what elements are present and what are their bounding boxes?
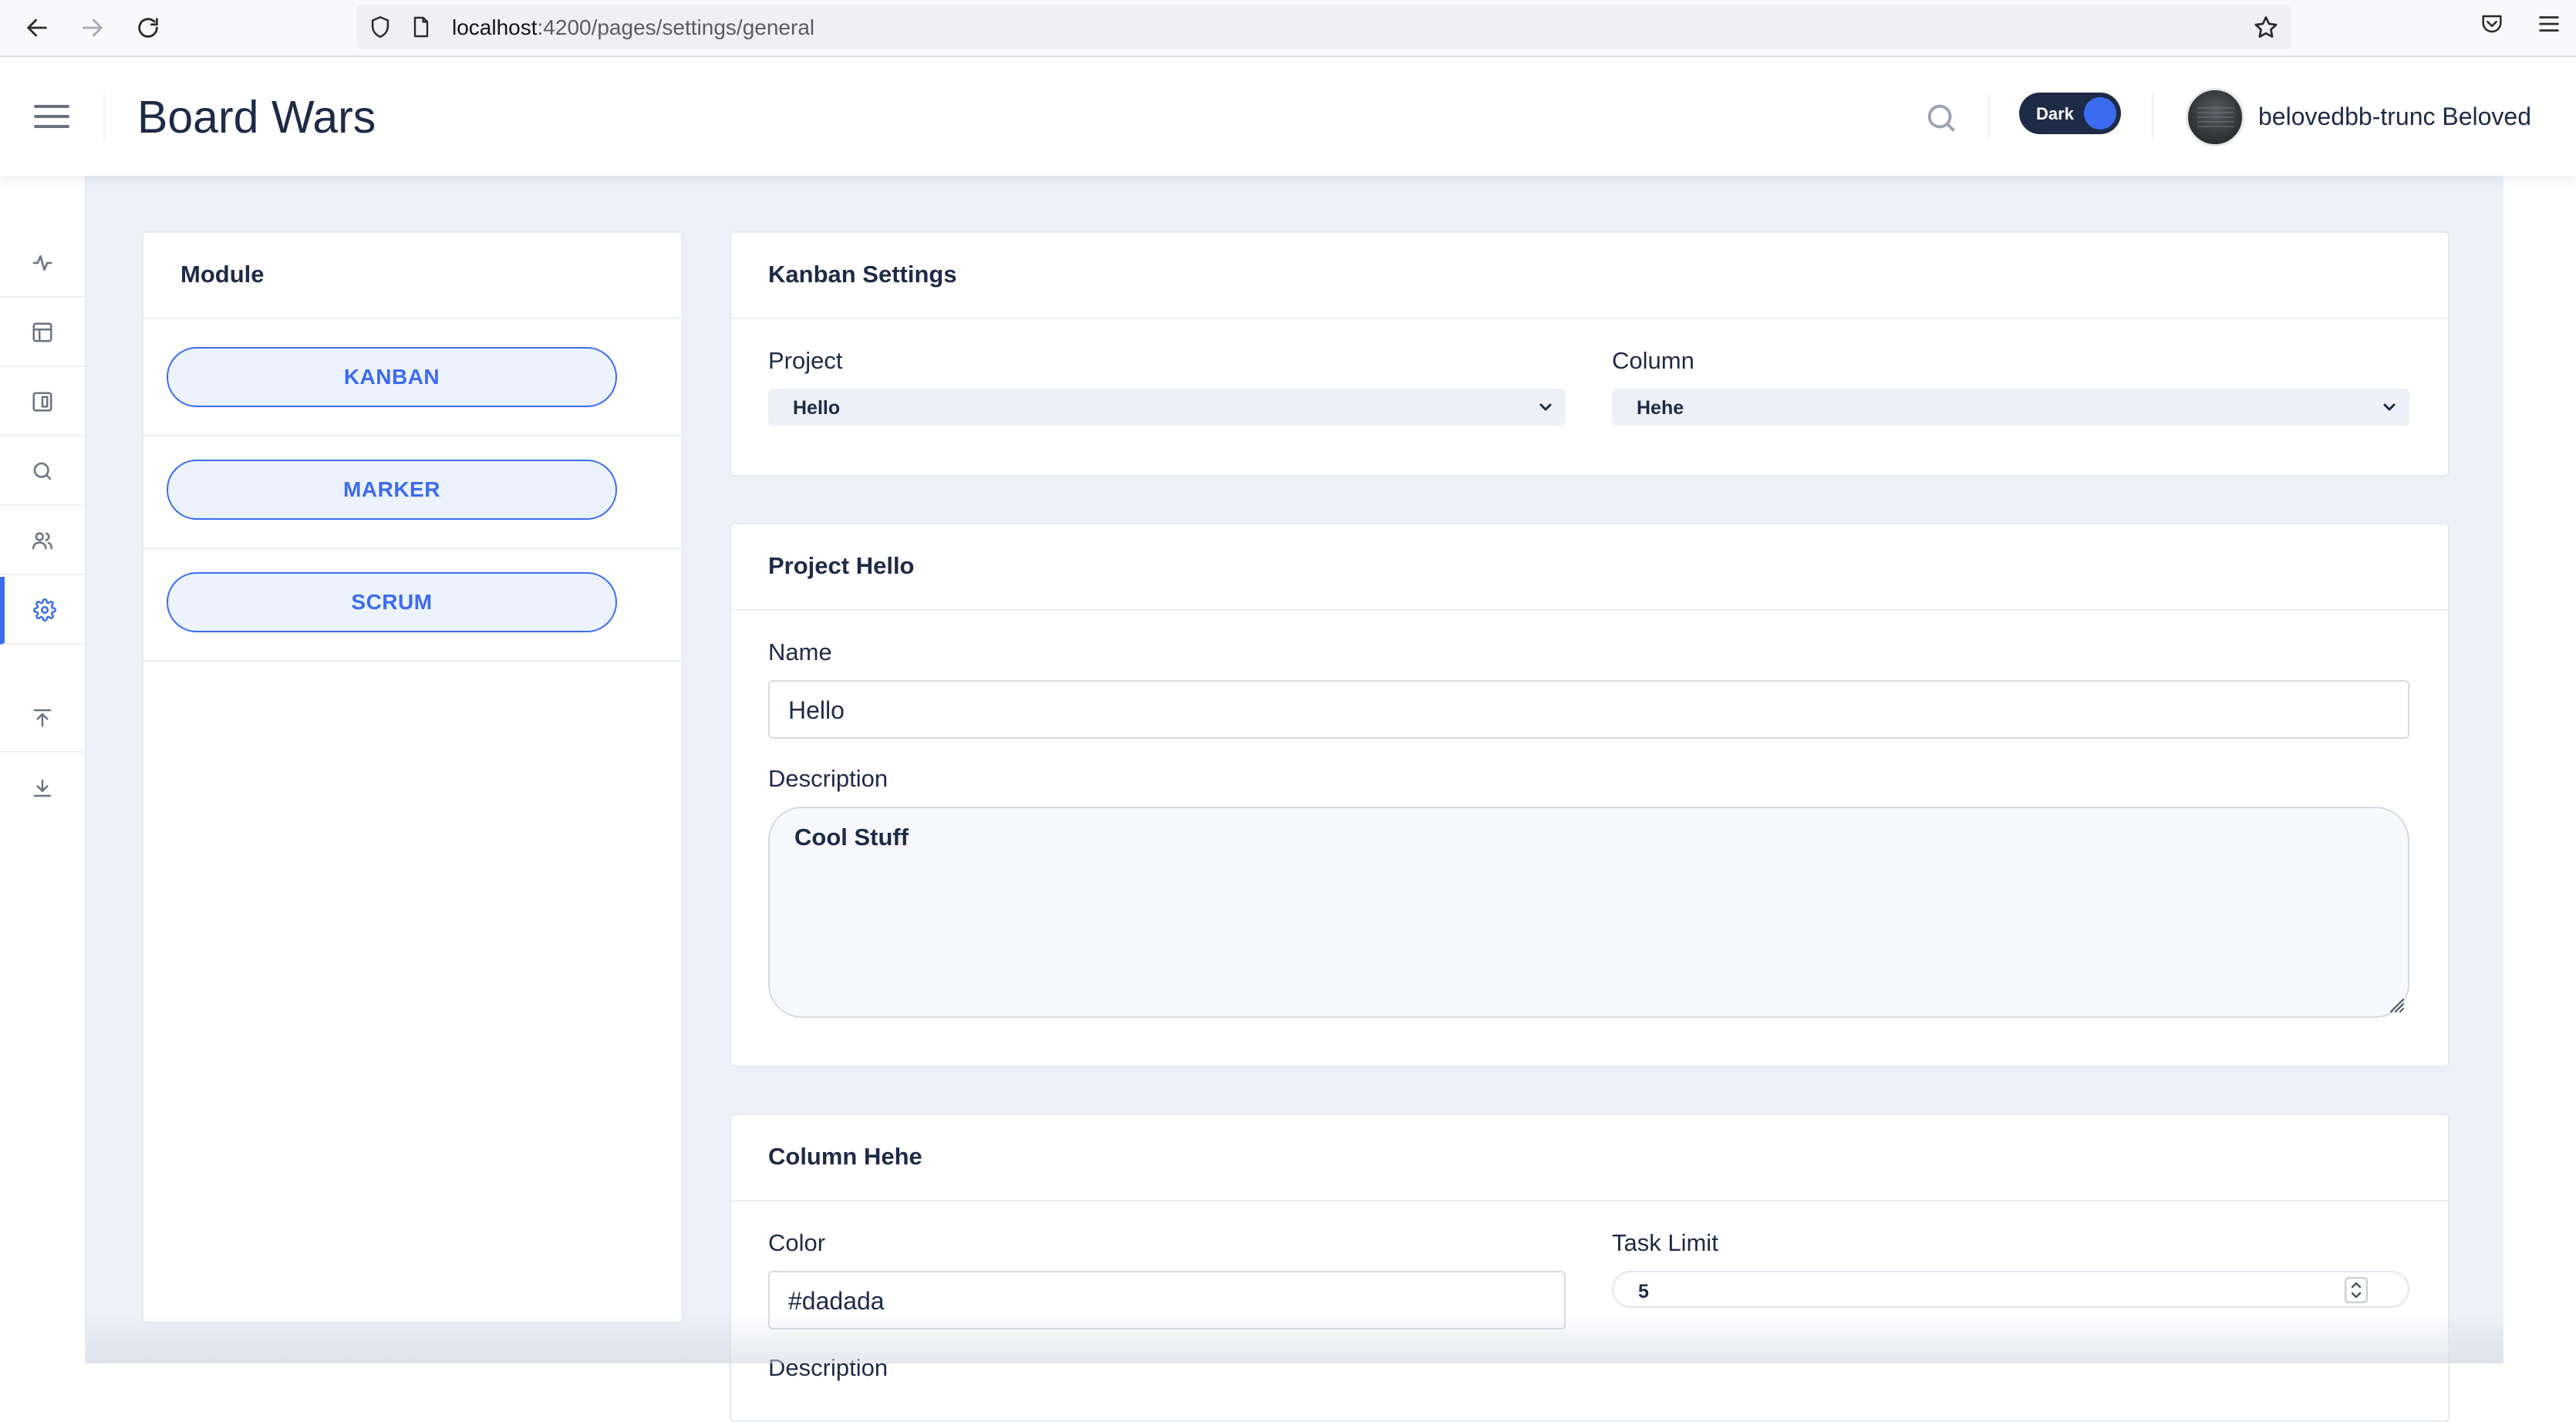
pocket-button[interactable] [2479,11,2513,45]
module-divider [143,660,682,662]
card-divider [731,1200,2448,1201]
spinner-arrows-icon[interactable] [2345,1277,2368,1303]
task-limit-value: 5 [1638,1281,1649,1302]
scrum-module-button[interactable]: SCRUM [167,572,617,632]
task-limit-input[interactable]: 5 [1612,1271,2409,1308]
sidebar-toggle-button[interactable] [32,99,71,134]
arrow-right-icon [83,19,103,37]
layout-icon [32,322,52,342]
sidebar-item-settings[interactable] [0,577,85,645]
column-select-value: Hehe [1637,397,1684,419]
user-name[interactable]: belovedbb-trunc Beloved [2258,103,2531,131]
shield-icon[interactable] [367,14,393,40]
users-icon [32,532,53,550]
search-icon [1927,104,1955,132]
marker-module-button[interactable]: MARKER [167,460,617,520]
kanban-settings-card: Kanban Settings Project Hello Column Heh… [730,231,2450,477]
dark-mode-toggle[interactable]: Dark [2019,93,2121,134]
sidebar-item-activity[interactable] [0,230,85,298]
url-text[interactable]: localhost:4200/pages/settings/general [452,15,814,40]
reload-icon [138,18,158,38]
project-select-value: Hello [793,397,841,419]
name-label: Name [768,639,832,666]
color-label: Color [768,1229,826,1256]
header-divider [2152,94,2153,139]
project-select[interactable]: Hello [768,389,1566,426]
right-gutter [2504,176,2576,1363]
search-icon [33,462,52,480]
card-divider [731,318,2448,319]
column-card-title: Column Hehe [768,1143,922,1170]
menu-icon [2539,16,2559,32]
column-color-value: #dadada [788,1287,885,1315]
reload-button[interactable] [131,11,165,45]
app-menu-button[interactable] [2536,11,2570,45]
upload-icon [33,709,52,727]
forward-button[interactable] [76,11,110,45]
sidebar-item-upload[interactable] [0,685,85,753]
arrow-left-icon [27,19,47,37]
kanban-settings-title: Kanban Settings [768,261,957,288]
sidebar-item-users[interactable] [0,507,85,575]
column-color-input[interactable]: #dadada [768,1271,1566,1329]
project-name-input[interactable]: Hello [768,680,2409,739]
browser-toolbar: localhost:4200/pages/settings/general [0,0,2576,57]
toggle-knob [2084,97,2116,130]
url-host: localhost [452,15,538,39]
bookmark-star-icon[interactable] [2252,14,2280,42]
project-description-value: Cool Stuff [794,824,909,851]
header-divider [103,94,105,139]
address-bar[interactable]: localhost:4200/pages/settings/general [356,5,2291,49]
download-icon [33,779,52,797]
chevron-down-icon [1539,403,1552,411]
app-header: Board Wars Dark belovedbb-trunc Beloved [0,59,2576,176]
url-path: :4200/pages/settings/general [537,15,815,39]
module-divider [143,548,682,549]
header-search-button[interactable] [1924,100,1959,136]
back-button[interactable] [20,11,54,45]
gear-icon [33,598,56,622]
column-description-label: Description [768,1354,888,1381]
dark-mode-label: Dark [2036,104,2074,123]
card-divider [731,609,2448,611]
project-card-title: Project Hello [768,552,915,579]
hamburger-icon [34,105,69,128]
sidebar-item-download[interactable] [0,754,85,822]
column-label: Column [1612,347,1694,374]
app-title: Board Wars [137,92,376,143]
module-card: Module KANBAN MARKER SCRUM [142,231,683,1323]
card-divider [143,318,682,319]
module-card-title: Module [180,261,265,288]
header-divider [1988,94,1990,139]
column-select[interactable]: Hehe [1612,389,2409,426]
activity-icon [32,255,52,271]
sidebar-item-board[interactable] [0,369,85,436]
sidebar-item-search[interactable] [0,438,85,506]
avatar[interactable] [2186,88,2244,147]
icon-sidebar [0,176,86,1363]
project-label: Project [768,347,843,374]
description-label: Description [768,765,888,792]
resize-grip-icon[interactable] [2385,993,2405,1013]
project-card: Project Hello Name Hello Description Coo… [730,523,2450,1067]
pocket-icon [2482,15,2502,33]
kanban-module-button[interactable]: KANBAN [167,347,617,407]
sidebar-item-layout[interactable] [0,299,85,367]
task-limit-label: Task Limit [1612,1229,1718,1256]
module-divider [143,435,682,436]
project-name-value: Hello [788,696,845,724]
page-icon[interactable] [409,15,433,39]
column-card: Column Hehe Color #dadada Task Limit 5 D… [730,1114,2450,1422]
project-description-textarea[interactable]: Cool Stuff [768,807,2409,1018]
chevron-down-icon [2383,403,2396,411]
board-icon [32,392,52,412]
